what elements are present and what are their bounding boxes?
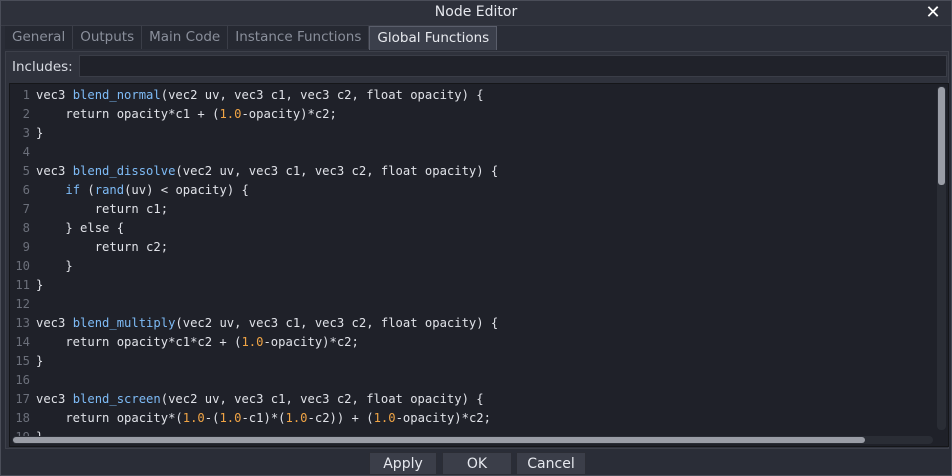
tab-instance-functions[interactable]: Instance Functions <box>228 26 370 49</box>
line-text: } <box>36 278 44 292</box>
line-text: } <box>36 354 44 368</box>
code-line: 18 return opacity*(1.0-(1.0-c1)*(1.0-c2)… <box>10 409 934 428</box>
line-number: 13 <box>15 316 30 330</box>
code-line: 12 <box>10 295 934 314</box>
includes-input[interactable] <box>79 55 947 77</box>
line-number: 16 <box>15 373 30 387</box>
code-line: 5 vec3 blend_dissolve(vec2 uv, vec3 c1, v… <box>10 162 934 181</box>
line-text: return c1; <box>36 202 169 216</box>
line-number: 14 <box>15 335 30 349</box>
vertical-scrollbar-thumb[interactable] <box>938 87 945 185</box>
tab-global-functions[interactable]: Global Functions <box>369 26 498 50</box>
code-line: 8 } else { <box>10 219 934 238</box>
line-text: return opacity*c1 + (1.0-opacity)*c2; <box>36 107 337 121</box>
dialog-buttons: Apply OK Cancel <box>1 449 951 475</box>
line-text: } <box>36 126 44 140</box>
code-line: 16 <box>10 371 934 390</box>
line-number: 15 <box>15 354 30 368</box>
window-title: Node Editor <box>434 4 518 20</box>
tab-content: Includes: 1 vec3 blend_normal(vec2 uv, ve… <box>5 51 949 449</box>
line-text: vec3 blend_multiply(vec2 uv, vec3 c1, ve… <box>36 316 499 330</box>
code-line: 14 return opacity*c1*c2 + (1.0-opacity)*… <box>10 333 934 352</box>
line-number: 11 <box>15 278 30 292</box>
line-text: } else { <box>36 221 125 235</box>
code-editor[interactable]: 1 vec3 blend_normal(vec2 uv, vec3 c1, vec… <box>9 83 949 447</box>
line-text: return opacity*c1*c2 + (1.0-opacity)*c2; <box>36 335 359 349</box>
line-number: 18 <box>15 411 30 425</box>
node-editor-window: Node Editor ✕ General Outputs Main Code … <box>0 0 952 476</box>
tab-general[interactable]: General <box>5 26 74 49</box>
tab-bar: General Outputs Main Code Instance Funct… <box>5 25 498 51</box>
line-text: vec3 blend_dissolve(vec2 uv, vec3 c1, ve… <box>36 164 499 178</box>
line-text: if (rand(uv) < opacity) { <box>65 183 249 197</box>
code-line: 15} <box>10 352 934 371</box>
code-line: 17 vec3 blend_screen(vec2 uv, vec3 c1, ve… <box>10 390 934 409</box>
apply-button[interactable]: Apply <box>369 452 437 475</box>
line-number: 2 <box>22 107 30 121</box>
line-number: 1 <box>22 88 30 102</box>
close-icon[interactable]: ✕ <box>923 2 943 24</box>
line-number: 9 <box>22 240 30 254</box>
code-lines: 1 vec3 blend_normal(vec2 uv, vec3 c1, vec… <box>10 86 934 446</box>
code-line: 4 <box>10 143 934 162</box>
line-number: 10 <box>15 259 30 273</box>
line-number: 3 <box>22 126 30 140</box>
line-number: 12 <box>15 297 30 311</box>
line-number: 6 <box>22 183 30 197</box>
includes-label: Includes: <box>12 59 73 75</box>
horizontal-scrollbar[interactable] <box>12 436 933 444</box>
ok-button[interactable]: OK <box>442 452 512 475</box>
line-text: return opacity*(1.0-(1.0-c1)*(1.0-c2)) +… <box>36 411 491 425</box>
title-bar: Node Editor ✕ <box>1 1 951 26</box>
cancel-button[interactable]: Cancel <box>516 452 586 475</box>
code-line: 6 if (rand(uv) < opacity) { <box>10 181 934 200</box>
code-line: 1 vec3 blend_normal(vec2 uv, vec3 c1, vec… <box>10 86 934 105</box>
line-text: } <box>36 259 73 273</box>
line-text: vec3 blend_screen(vec2 uv, vec3 c1, vec3… <box>36 392 484 406</box>
line-text: vec3 blend_normal(vec2 uv, vec3 c1, vec3… <box>36 88 484 102</box>
line-number: 8 <box>22 221 30 235</box>
code-line: 10 } <box>10 257 934 276</box>
tab-main-code[interactable]: Main Code <box>142 26 229 49</box>
code-line: 13 vec3 blend_multiply(vec2 uv, vec3 c1, … <box>10 314 934 333</box>
code-line: 9 return c2; <box>10 238 934 257</box>
code-line: 3} <box>10 124 934 143</box>
vertical-scrollbar[interactable] <box>937 86 946 430</box>
line-number: 7 <box>22 202 30 216</box>
line-number: 17 <box>15 392 30 406</box>
line-number: 5 <box>22 164 30 178</box>
tab-outputs[interactable]: Outputs <box>73 26 143 49</box>
line-text: return c2; <box>36 240 169 254</box>
line-number: 4 <box>22 145 30 159</box>
code-line: 2 return opacity*c1 + (1.0-opacity)*c2; <box>10 105 934 124</box>
code-line: 7 return c1; <box>10 200 934 219</box>
horizontal-scrollbar-thumb[interactable] <box>13 437 865 443</box>
code-line: 11} <box>10 276 934 295</box>
